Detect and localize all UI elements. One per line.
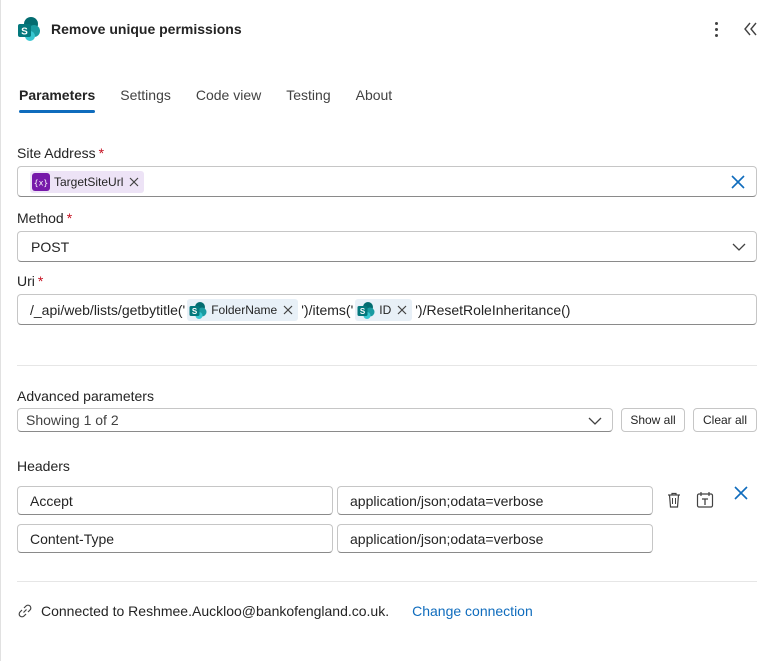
chevron-down-icon — [588, 417, 602, 425]
header-value-input[interactable]: application/json;odata=verbose — [337, 486, 653, 515]
section-divider — [17, 365, 757, 366]
sharepoint-icon: S — [189, 301, 207, 319]
close-icon[interactable] — [733, 485, 749, 501]
advanced-parameters-dropdown[interactable]: Showing 1 of 2 — [17, 408, 613, 432]
tab-code-view[interactable]: Code view — [196, 87, 261, 113]
double-chevron-left-icon[interactable] — [741, 18, 761, 40]
panel-header: S Remove unique permissions — [17, 16, 242, 42]
connection-info: Connected to Reshmee.Auckloo@bankofengla… — [17, 603, 533, 619]
method-value: POST — [31, 238, 70, 255]
link-icon — [18, 604, 32, 618]
more-options-button[interactable] — [707, 18, 725, 40]
section-divider — [17, 581, 757, 582]
token-label: ID — [379, 302, 392, 317]
variable-icon: {x} — [32, 172, 50, 191]
clear-field-icon[interactable] — [730, 174, 746, 190]
panel-title: Remove unique permissions — [51, 21, 242, 37]
text-field-icon[interactable] — [696, 491, 714, 509]
token-label: FolderName — [211, 302, 278, 317]
action-details-panel: S Remove unique permissions Parameters S… — [0, 0, 769, 661]
required-mark: * — [98, 145, 105, 161]
show-all-button[interactable]: Show all — [621, 408, 685, 432]
folder-name-token[interactable]: S FolderName — [187, 298, 299, 321]
headers-label: Headers — [17, 458, 70, 474]
method-label: Method * — [17, 210, 73, 226]
change-connection-link[interactable]: Change connection — [412, 603, 533, 619]
uri-text-part: ')/ResetRoleInheritance() — [415, 301, 571, 318]
more-vertical-icon — [714, 21, 718, 25]
tab-list: Parameters Settings Code view Testing Ab… — [19, 87, 417, 113]
site-address-label: Site Address * — [17, 145, 105, 161]
uri-text-part: ')/items(' — [301, 301, 354, 318]
tab-parameters[interactable]: Parameters — [19, 87, 96, 113]
svg-text:{x}: {x} — [34, 178, 48, 187]
site-address-field[interactable]: {x} TargetSiteUrl — [17, 166, 757, 197]
tab-about[interactable]: About — [356, 87, 393, 113]
advanced-parameters-label: Advanced parameters — [17, 388, 154, 404]
chevron-down-icon — [732, 243, 746, 251]
target-site-url-token[interactable]: {x} TargetSiteUrl — [30, 170, 145, 193]
required-mark: * — [37, 273, 44, 289]
remove-token-icon[interactable] — [397, 305, 407, 315]
token-label: TargetSiteUrl — [54, 174, 124, 189]
sharepoint-icon: S — [357, 301, 375, 319]
svg-text:S: S — [192, 307, 198, 316]
header-key-input[interactable]: Accept — [17, 486, 333, 515]
method-dropdown[interactable]: POST — [17, 231, 757, 262]
uri-text-part: /_api/web/lists/getbytitle(' — [30, 301, 186, 318]
tab-testing[interactable]: Testing — [286, 87, 330, 113]
sharepoint-logo: S — [18, 17, 40, 41]
uri-label: Uri * — [17, 273, 44, 289]
header-value-input[interactable]: application/json;odata=verbose — [337, 524, 653, 553]
connection-text: Connected to Reshmee.Auckloo@bankofengla… — [41, 603, 390, 619]
svg-text:S: S — [360, 307, 366, 316]
header-key-input[interactable]: Content-Type — [17, 524, 333, 553]
remove-token-icon[interactable] — [283, 305, 293, 315]
svg-text:S: S — [21, 27, 28, 38]
id-token[interactable]: S ID — [355, 298, 413, 321]
uri-field[interactable]: /_api/web/lists/getbytitle(' S FolderNam… — [17, 294, 757, 325]
clear-all-button[interactable]: Clear all — [693, 408, 757, 432]
delete-icon[interactable] — [665, 491, 683, 509]
remove-token-icon[interactable] — [129, 177, 139, 187]
required-mark: * — [66, 210, 73, 226]
tab-settings[interactable]: Settings — [120, 87, 171, 113]
advanced-parameters-value: Showing 1 of 2 — [26, 412, 119, 428]
